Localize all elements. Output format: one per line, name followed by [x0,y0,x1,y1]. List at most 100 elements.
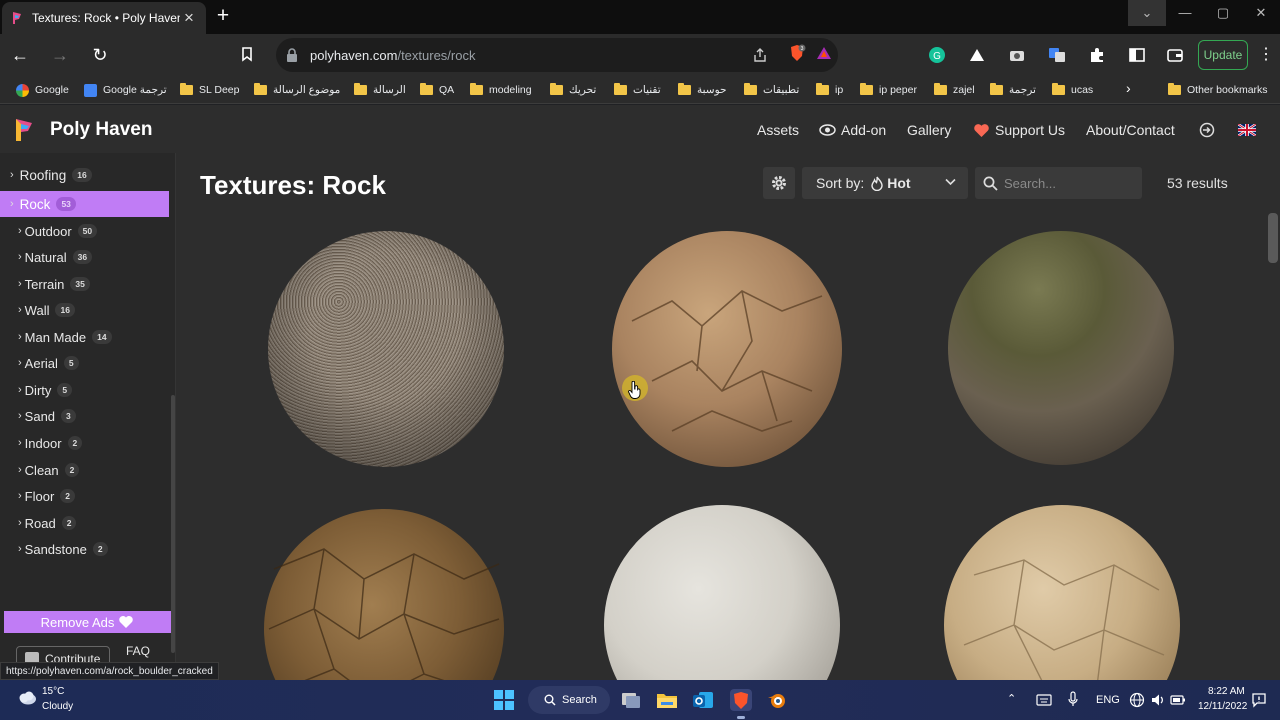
share-icon[interactable] [752,47,768,63]
polyhaven-logo[interactable] [14,117,36,143]
extensions-puzzle-icon[interactable] [1088,46,1106,64]
nav-assets[interactable]: Assets [757,122,799,138]
microphone-icon[interactable] [1068,691,1078,707]
uk-flag-icon[interactable] [1238,124,1256,136]
folder-icon [990,83,1003,95]
brave-shields-icon[interactable]: 3 [788,44,806,62]
remove-ads-button[interactable]: Remove Ads [4,611,171,633]
texture-thumbnail[interactable] [944,505,1180,680]
subcategory-floor[interactable]: › Floor 2 [18,486,76,506]
subcategory-outdoor[interactable]: › Outdoor 50 [18,221,98,241]
texture-thumbnail[interactable] [612,231,842,467]
bookmark-folder[interactable]: ترجمة [990,81,1036,99]
notification-icon[interactable] [1251,692,1267,708]
subcategory-sand[interactable]: › Sand 3 [18,406,76,426]
subcategory-road[interactable]: › Road 2 [18,513,77,533]
bookmark-folder[interactable]: تطبيقات [744,81,799,99]
bookmark-folder[interactable]: تحريك [550,81,596,99]
bookmark-google-translate[interactable]: Google ترجمة [84,81,167,99]
volume-icon[interactable] [1150,692,1166,708]
minimize-button[interactable]: — [1166,0,1204,26]
subcategory-wall[interactable]: › Wall 16 [18,300,75,320]
login-icon[interactable] [1199,122,1215,138]
nav-addon[interactable]: Add-on [819,122,886,138]
forward-arrow-icon[interactable]: → [48,43,72,67]
battery-icon[interactable] [1170,694,1186,706]
wallet-icon[interactable] [1166,46,1184,64]
search-input[interactable] [1004,175,1134,191]
grammarly-extension-icon[interactable]: G [928,46,946,64]
brand-name[interactable]: Poly Haven [50,119,152,141]
bookmark-folder[interactable]: modeling [470,81,532,99]
subcategory-sandstone[interactable]: › Sandstone 2 [18,539,108,559]
screenshot-extension-icon[interactable] [1008,46,1026,64]
maximize-button[interactable]: ▢ [1204,0,1242,26]
bookmark-folder[interactable]: QA [420,81,454,99]
bookmark-folder[interactable]: ip [816,81,843,99]
bookmark-other[interactable]: Other bookmarks [1168,81,1268,99]
settings-button[interactable] [763,167,795,199]
sidebar-toggle-icon[interactable] [1128,46,1146,64]
update-button[interactable]: Update [1198,40,1248,70]
texture-thumbnail[interactable] [604,505,840,680]
bookmark-folder[interactable]: تقنيات [614,81,661,99]
subcategory-man-made[interactable]: › Man Made 14 [18,327,112,347]
windows-start-icon[interactable] [494,690,514,710]
taskbar-search-button[interactable]: Search [528,686,610,714]
bookmark-folder[interactable]: موضوع الرسالة [254,81,340,99]
drive-extension-icon[interactable] [968,46,986,64]
brave-browser-icon[interactable] [730,689,752,711]
clock-time[interactable]: 8:22 AM [1208,686,1245,697]
category-roofing[interactable]: › Roofing 16 [10,164,92,186]
keyboard-icon[interactable] [1036,694,1052,706]
nav-about[interactable]: About/Contact [1086,122,1175,138]
texture-thumbnail[interactable] [268,231,504,467]
subcategory-indoor[interactable]: › Indoor 2 [18,433,83,453]
crack-pattern [963,559,1165,680]
subcategory-clean[interactable]: › Clean 2 [18,460,80,480]
blender-icon[interactable] [766,689,788,711]
globe-network-icon[interactable] [1129,692,1145,708]
subcategory-terrain[interactable]: › Terrain 35 [18,274,90,294]
texture-thumbnail[interactable] [264,509,504,680]
clock-date[interactable]: 12/11/2022 [1198,701,1247,712]
bookmark-folder[interactable]: SL Deep [180,81,239,99]
bookmark-google[interactable]: Google [16,81,69,99]
file-explorer-icon[interactable] [656,689,678,711]
bookmark-folder[interactable]: الرسالة [354,81,406,99]
bookmarks-overflow-chevron-icon[interactable]: › [1126,80,1131,96]
browser-menu-icon[interactable]: ⋮ [1258,44,1274,64]
back-arrow-icon[interactable]: ← [8,43,32,67]
bookmark-folder[interactable]: zajel [934,81,975,99]
texture-thumbnail[interactable] [948,231,1174,465]
new-tab-button[interactable]: + [212,5,234,27]
browser-tab-active[interactable]: Textures: Rock • Poly Haven × [2,2,206,34]
close-window-button[interactable]: ✕ [1242,0,1280,26]
brave-rewards-icon[interactable] [816,46,832,60]
faq-link[interactable]: FAQ [126,644,150,658]
subcategory-natural[interactable]: › Natural 36 [18,247,93,267]
address-bar[interactable]: polyhaven.com/textures/rock [276,38,838,72]
translate-extension-icon[interactable] [1048,46,1066,64]
sort-dropdown[interactable]: Sort by: Hot [802,167,968,199]
reload-icon[interactable]: ↻ [88,43,112,67]
bookmark-folder[interactable]: ip peper [860,81,917,99]
task-view-icon[interactable] [620,689,642,711]
subcategory-dirty[interactable]: › Dirty 5 [18,380,73,400]
category-rock[interactable]: › Rock 53 [0,191,169,217]
bookmark-folder[interactable]: حوسبة [678,81,727,99]
cloud-icon[interactable] [16,690,38,706]
subcategory-aerial[interactable]: › Aerial 5 [18,353,79,373]
tab-close-icon[interactable]: × [180,8,198,28]
nav-support[interactable]: Support Us [973,122,1065,138]
nav-gallery[interactable]: Gallery [907,122,951,138]
outlook-icon[interactable] [692,689,714,711]
tray-overflow-chevron-icon[interactable]: ⌃ [1007,692,1016,705]
bookmark-folder[interactable]: ucas [1052,81,1093,99]
language-indicator[interactable]: ENG [1096,694,1120,706]
tab-search-chevron-icon[interactable]: ⌄ [1128,0,1166,26]
search-box[interactable] [975,167,1142,199]
bookmark-icon[interactable] [240,46,254,62]
page-scrollbar[interactable] [1268,213,1278,263]
sidebar-scrollbar[interactable] [171,395,175,653]
